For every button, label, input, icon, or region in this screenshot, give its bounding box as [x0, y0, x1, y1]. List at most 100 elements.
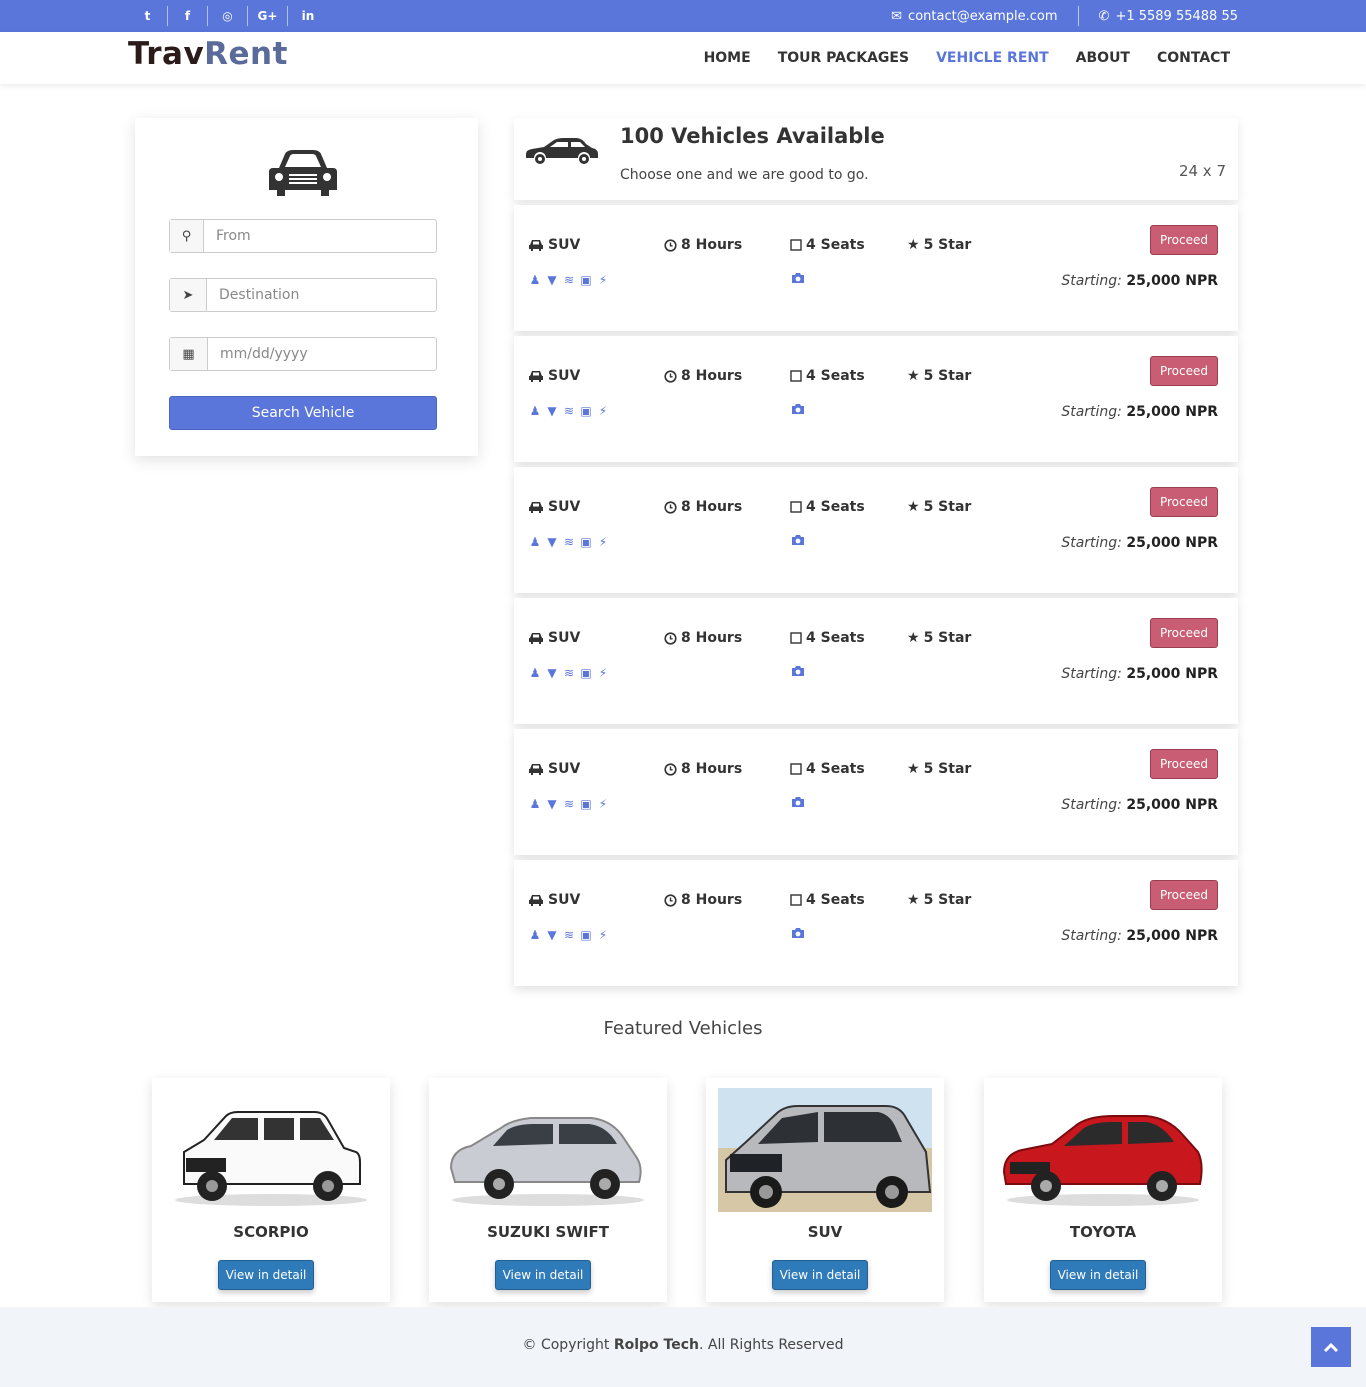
vehicle-seats: 4 Seats [790, 761, 865, 777]
view-in-detail-button[interactable]: View in detail [1050, 1260, 1146, 1290]
google-plus-icon[interactable]: G+ [248, 6, 288, 26]
vehicle-seats-label: 4 Seats [806, 499, 865, 515]
camera-icon[interactable] [791, 796, 805, 812]
featured-name: SCORPIO [233, 1223, 309, 1241]
square-icon [790, 239, 802, 251]
vehicle-price: Starting: 25,000 NPR [1061, 928, 1218, 944]
vehicle-seats: 4 Seats [790, 499, 865, 515]
vehicle-hours-label: 8 Hours [681, 630, 743, 646]
price-label: Starting: [1061, 797, 1122, 813]
camera-icon[interactable] [791, 927, 805, 943]
clock-icon [664, 369, 677, 383]
email-text: contact@example.com [908, 8, 1058, 24]
featured-card: SUV View in detail [706, 1078, 944, 1302]
date-field[interactable]: ▦ [169, 337, 437, 371]
car-icon [529, 240, 543, 251]
amenities: ♟ ▼ ≋ ▣ ⚡ [528, 928, 610, 942]
proceed-button[interactable]: Proceed [1150, 225, 1218, 255]
briefcase-icon: ▣ [580, 273, 592, 287]
filter-icon: ▼ [547, 535, 557, 549]
camera-icon[interactable] [791, 272, 805, 288]
wifi-icon: ≋ [563, 666, 575, 680]
price-value: 25,000 NPR [1126, 666, 1218, 682]
social-links: t f ◎ G+ in [128, 0, 328, 32]
wifi-icon: ≋ [563, 928, 575, 942]
nav-tour-packages[interactable]: TOUR PACKAGES [778, 50, 909, 66]
view-in-detail-button[interactable]: View in detail [218, 1260, 314, 1290]
twitter-icon[interactable]: t [128, 6, 168, 26]
suv-image [718, 1088, 932, 1212]
camera-icon[interactable] [791, 403, 805, 419]
nav-home[interactable]: HOME [704, 50, 751, 66]
vehicle-seats: 4 Seats [790, 237, 865, 253]
chevron-up-icon [1323, 1342, 1339, 1352]
phone-text: +1 5589 55488 55 [1115, 8, 1238, 24]
vehicle-rating: ★ 5 Star [907, 892, 971, 908]
featured-card: SCORPIO View in detail [152, 1078, 390, 1302]
logo[interactable]: TravRent [128, 36, 288, 72]
price-value: 25,000 NPR [1126, 928, 1218, 944]
wifi-icon: ≋ [563, 273, 575, 287]
vehicle-rating: ★ 5 Star [907, 630, 971, 646]
camera-icon[interactable] [791, 665, 805, 681]
email-link[interactable]: ✉ contact@example.com [891, 9, 1057, 24]
price-label: Starting: [1061, 273, 1122, 289]
facebook-icon[interactable]: f [168, 6, 208, 26]
wifi-icon: ≋ [563, 404, 575, 418]
vehicle-price: Starting: 25,000 NPR [1061, 535, 1218, 551]
proceed-button[interactable]: Proceed [1150, 618, 1218, 648]
vehicle-hours: 8 Hours [664, 237, 742, 253]
from-input[interactable] [204, 220, 436, 252]
person-icon: ♟ [529, 666, 541, 680]
vehicles-count-title: 100 Vehicles Available [620, 124, 885, 148]
filter-icon: ▼ [547, 797, 557, 811]
vehicle-price: Starting: 25,000 NPR [1061, 666, 1218, 682]
phone-icon: ✆ [1098, 8, 1110, 24]
plug-icon: ⚡ [598, 404, 608, 418]
proceed-button[interactable]: Proceed [1150, 880, 1218, 910]
view-in-detail-button[interactable]: View in detail [495, 1260, 591, 1290]
search-vehicle-button[interactable]: Search Vehicle [169, 396, 437, 430]
vehicle-type-label: SUV [548, 630, 581, 646]
square-icon [790, 370, 802, 382]
vehicle-card: SUV 8 Hours 4 Seats ★ 5 Star ♟ ▼ ≋ ▣ ⚡ Proceed Star… [514, 205, 1238, 331]
vehicle-rating: ★ 5 Star [907, 237, 971, 253]
from-field[interactable]: ⚲ [169, 219, 437, 253]
nav-contact[interactable]: CONTACT [1157, 50, 1230, 66]
nav-vehicle-rent[interactable]: VEHICLE RENT [936, 50, 1049, 66]
featured-name: TOYOTA [1069, 1223, 1137, 1241]
clock-icon [664, 500, 677, 514]
price-value: 25,000 NPR [1126, 273, 1218, 289]
vehicle-rating: ★ 5 Star [907, 499, 971, 515]
vehicle-type-label: SUV [548, 368, 581, 384]
view-in-detail-button[interactable]: View in detail [772, 1260, 868, 1290]
back-to-top-button[interactable] [1311, 1327, 1351, 1367]
featured-card: SUZUKI SWIFT View in detail [429, 1078, 667, 1302]
price-label: Starting: [1061, 666, 1122, 682]
footer: © Copyright Rolpo Tech. All Rights Reser… [0, 1307, 1366, 1387]
featured-name: SUV [807, 1223, 843, 1241]
proceed-button[interactable]: Proceed [1150, 487, 1218, 517]
vehicle-hours: 8 Hours [664, 368, 742, 384]
location-arrow-icon: ➤ [170, 279, 207, 311]
nav-about[interactable]: ABOUT [1076, 50, 1130, 66]
clock-icon [664, 762, 677, 776]
vehicle-type: SUV [528, 630, 580, 646]
linkedin-icon[interactable]: in [288, 6, 328, 26]
briefcase-icon: ▣ [580, 797, 592, 811]
destination-input[interactable] [207, 279, 436, 311]
vehicle-card: SUV 8 Hours 4 Seats ★ 5 Star ♟ ▼ ≋ ▣ ⚡ Proceed Star… [514, 860, 1238, 986]
vehicle-rating-label: 5 Star [923, 630, 972, 646]
vehicle-rating-label: 5 Star [923, 368, 972, 384]
star-icon: ★ [907, 630, 920, 646]
vehicle-hours-label: 8 Hours [681, 237, 743, 253]
camera-icon[interactable] [791, 534, 805, 550]
person-icon: ♟ [529, 273, 541, 287]
date-input[interactable] [208, 338, 436, 370]
destination-field[interactable]: ➤ [169, 278, 437, 312]
proceed-button[interactable]: Proceed [1150, 356, 1218, 386]
main-nav: HOME TOUR PACKAGES VEHICLE RENT ABOUT CO… [704, 50, 1230, 66]
proceed-button[interactable]: Proceed [1150, 749, 1218, 779]
instagram-icon[interactable]: ◎ [208, 6, 248, 26]
phone-link[interactable]: ✆ +1 5589 55488 55 [1099, 9, 1238, 24]
